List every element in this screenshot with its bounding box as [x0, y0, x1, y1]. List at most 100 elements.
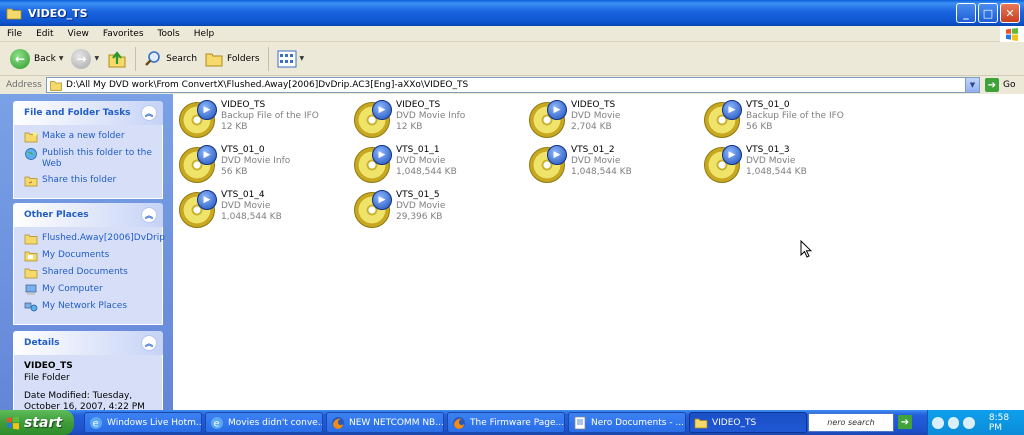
firefox-icon	[453, 416, 465, 429]
file-name: VTS_01_2	[571, 145, 615, 155]
taskbar-item[interactable]: NEW NETCOMM NB...	[326, 412, 444, 433]
collapse-chevron-icon[interactable]: ︽	[141, 207, 157, 223]
dvd-file-icon: ▶	[179, 100, 217, 138]
address-bar: Address D:\All My DVD work\From ConvertX…	[0, 76, 1024, 94]
search-button[interactable]: Search	[140, 46, 201, 72]
panel-header[interactable]: Other Places ︽	[13, 203, 163, 227]
taskbar-item[interactable]: e Movies didn't conve...	[205, 412, 323, 433]
clock[interactable]: 8:58 PM	[989, 413, 1024, 433]
file-item[interactable]: ▶ VTS_01_3 DVD Movie 1,048,544 KB	[701, 142, 876, 184]
minimize-button[interactable]: _	[956, 3, 976, 23]
menu-help[interactable]: Help	[187, 29, 222, 39]
menu-edit[interactable]: Edit	[29, 29, 60, 39]
file-item[interactable]: ▶ VTS_01_0 Backup File of the IFO 56 KB	[701, 97, 876, 139]
back-button[interactable]: ← Back ▼	[6, 46, 67, 72]
file-name: VIDEO_TS	[396, 100, 441, 110]
address-dropdown-icon[interactable]: ▼	[965, 78, 979, 92]
details-panel: Details ︽ VIDEO_TS File Folder Date Modi…	[13, 331, 163, 410]
file-item[interactable]: ▶ VTS_01_2 DVD Movie 1,048,544 KB	[526, 142, 701, 184]
search-go-icon[interactable]: ➔	[898, 415, 912, 429]
task-label: Publish this folder to the Web	[42, 148, 152, 169]
file-item[interactable]: ▶ VTS_01_5 DVD Movie 29,396 KB	[351, 187, 526, 229]
file-item[interactable]: ▶ VIDEO_TS DVD Movie 2,704 KB	[526, 97, 701, 139]
up-folder-icon	[108, 50, 126, 67]
mouse-cursor-icon	[800, 240, 812, 258]
menu-favorites[interactable]: Favorites	[96, 29, 151, 39]
views-button[interactable]: ▼	[273, 46, 309, 72]
file-size: 12 KB	[396, 122, 423, 132]
go-button[interactable]: ➔ Go	[985, 78, 1015, 92]
dvd-file-icon: ▶	[179, 190, 217, 228]
panel-body: Make a new folder Publish this folder to…	[13, 125, 163, 199]
taskbar-item[interactable]: The Firmware Page...	[447, 412, 565, 433]
back-dropdown-icon[interactable]: ▼	[59, 55, 64, 62]
my-documents-icon	[24, 251, 38, 262]
panel-title: Other Places	[24, 210, 89, 220]
taskbar-item-label: NEW NETCOMM NB...	[349, 417, 444, 428]
toolbar: ← Back ▼ → ▼ Search Folders ▼	[0, 42, 1024, 76]
collapse-chevron-icon[interactable]: ︽	[141, 105, 157, 121]
file-name: VTS_01_4	[221, 190, 265, 200]
file-item[interactable]: ▶ VTS_01_1 DVD Movie 1,048,544 KB	[351, 142, 526, 184]
taskbar-item[interactable]: e Windows Live Hotm...	[84, 412, 202, 433]
place-label: Flushed.Away[2006]DvDrip	[42, 233, 165, 243]
file-name: VTS_01_5	[396, 190, 440, 200]
document-icon	[574, 416, 586, 429]
taskbar-item-active[interactable]: VIDEO_TS	[689, 412, 807, 433]
folders-button[interactable]: Folders	[201, 46, 264, 72]
file-size: 2,704 KB	[571, 122, 612, 132]
task-share-folder[interactable]: Share this folder	[24, 175, 156, 187]
panel-header[interactable]: File and Folder Tasks ︽	[13, 101, 163, 125]
forward-dropdown-icon[interactable]: ▼	[94, 55, 99, 62]
task-label: Share this folder	[42, 175, 117, 185]
menu-tools[interactable]: Tools	[151, 29, 187, 39]
up-folder-button[interactable]	[103, 46, 131, 72]
file-size: 29,396 KB	[396, 212, 443, 222]
taskbar-item[interactable]: Nero Documents - ...	[568, 412, 686, 433]
place-my-computer[interactable]: My Computer	[24, 284, 156, 296]
file-name: VIDEO_TS	[571, 100, 616, 110]
file-type: Backup File of the IFO	[746, 111, 844, 121]
file-item[interactable]: ▶ VIDEO_TS Backup File of the IFO 12 KB	[176, 97, 351, 139]
place-shared-documents[interactable]: Shared Documents	[24, 267, 156, 279]
place-label: My Documents	[42, 250, 110, 260]
address-label: Address	[6, 80, 42, 90]
tray-icon[interactable]	[932, 416, 944, 429]
nero-search-box[interactable]: nero search	[808, 413, 894, 432]
file-name: VTS_01_0	[746, 100, 790, 110]
folder-icon	[24, 234, 38, 245]
views-dropdown-icon[interactable]: ▼	[300, 55, 305, 62]
file-type: DVD Movie	[396, 201, 446, 211]
panel-header[interactable]: Details ︽	[13, 331, 163, 355]
address-input[interactable]: D:\All My DVD work\From ConvertX\Flushed…	[46, 77, 980, 93]
file-item[interactable]: ▶ VIDEO_TS DVD Movie Info 12 KB	[351, 97, 526, 139]
tray-icon[interactable]	[963, 416, 975, 429]
place-parent-folder[interactable]: Flushed.Away[2006]DvDrip	[24, 233, 165, 245]
close-button[interactable]: ✕	[1000, 3, 1020, 23]
toolbar-separator	[135, 46, 137, 71]
back-arrow-icon: ←	[10, 48, 30, 69]
file-item[interactable]: ▶ VTS_01_0 DVD Movie Info 56 KB	[176, 142, 351, 184]
task-publish-web[interactable]: Publish this folder to the Web	[24, 148, 156, 170]
file-type: DVD Movie	[571, 156, 621, 166]
tray-icon[interactable]	[947, 416, 960, 429]
file-name: VTS_01_3	[746, 145, 790, 155]
dvd-file-icon: ▶	[354, 190, 392, 228]
file-item[interactable]: ▶ VTS_01_4 DVD Movie 1,048,544 KB	[176, 187, 351, 229]
folders-icon	[205, 53, 223, 66]
start-button[interactable]: start	[0, 410, 74, 435]
task-make-new-folder[interactable]: Make a new folder	[24, 131, 156, 143]
globe-icon	[25, 148, 37, 160]
maximize-button[interactable]: □	[978, 3, 998, 23]
place-label: My Computer	[42, 284, 103, 294]
title-bar[interactable]: VIDEO_TS _ □ ✕	[0, 0, 1024, 26]
place-my-documents[interactable]: My Documents	[24, 250, 156, 262]
other-places-panel: Other Places ︽ Flushed.Away[2006]DvDrip …	[13, 203, 165, 325]
file-size: 1,048,544 KB	[396, 167, 457, 177]
menu-file[interactable]: File	[0, 29, 29, 39]
system-tray: 8:58 PM	[927, 410, 1024, 435]
collapse-chevron-icon[interactable]: ︽	[141, 335, 157, 351]
forward-button[interactable]: → ▼	[67, 46, 103, 72]
menu-view[interactable]: View	[61, 29, 96, 39]
place-my-network[interactable]: My Network Places	[24, 301, 156, 313]
